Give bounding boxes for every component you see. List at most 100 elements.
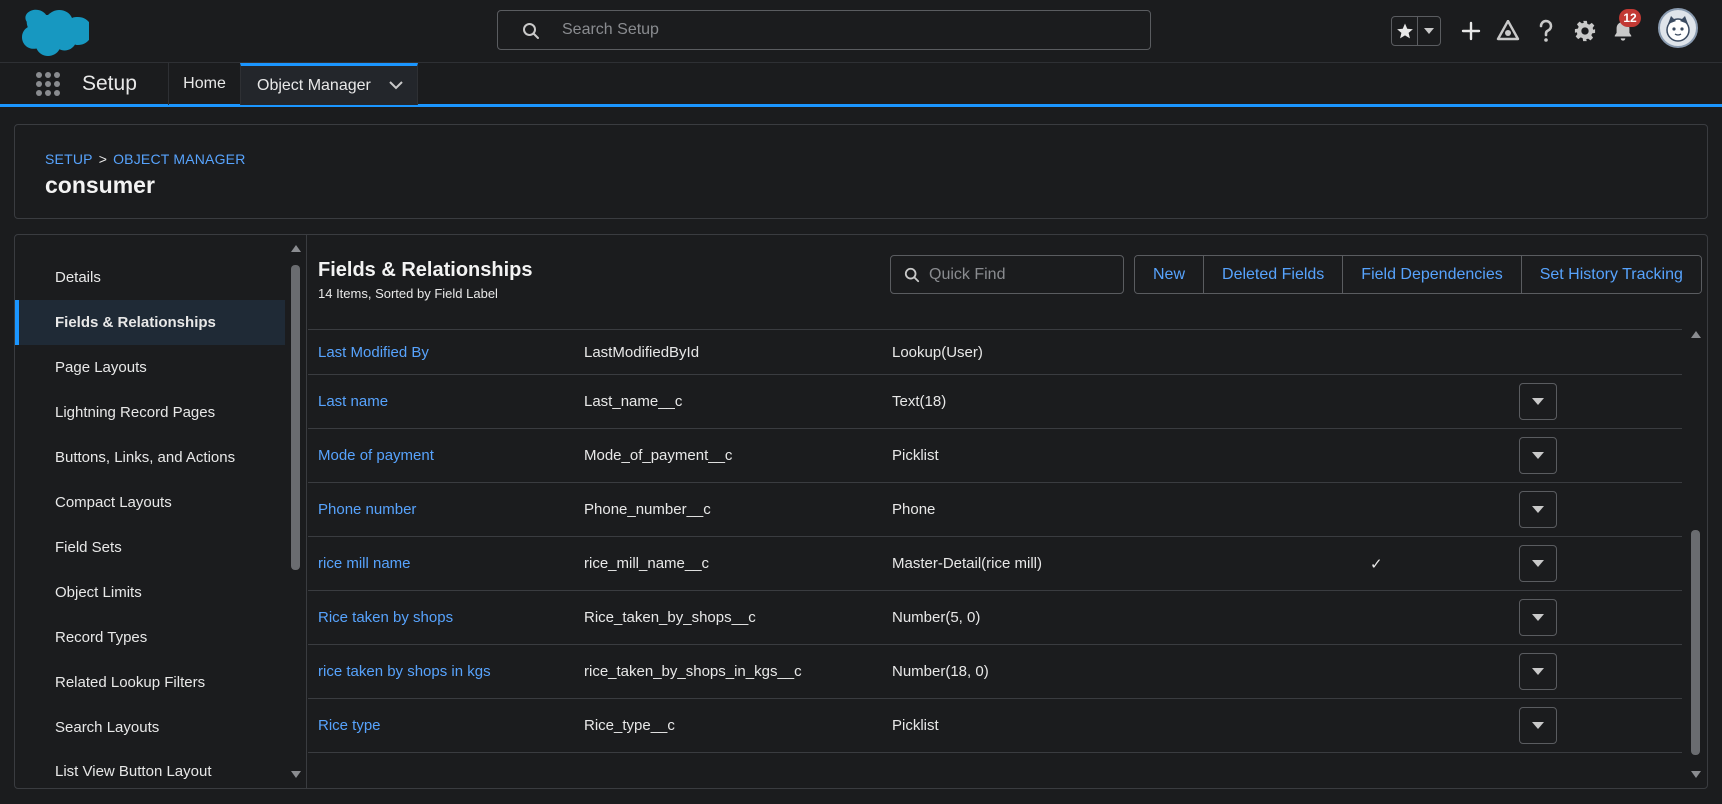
row-menu-button[interactable] (1519, 653, 1557, 690)
scroll-up-arrow[interactable] (1691, 331, 1701, 338)
field-api-name: rice_taken_by_shops_in_kgs__c (584, 663, 802, 680)
scroll-thumb[interactable] (1691, 530, 1700, 755)
sidebar-item-fields-relationships[interactable]: Fields & Relationships (15, 300, 285, 345)
field-data-type: Master-Detail(rice mill) (892, 555, 1043, 572)
sidebar-scrollbar[interactable] (287, 235, 305, 788)
table-row: Rice type Rice_type__c Picklist (308, 699, 1682, 753)
field-label-link[interactable]: Rice type (318, 699, 381, 752)
field-api-name: Rice_taken_by_shops__c (584, 609, 756, 626)
table-row: Last Modified By LastModifiedById Lookup… (308, 329, 1682, 375)
breadcrumb-setup[interactable]: SETUP (45, 151, 93, 167)
sidebar-item-label: Lightning Record Pages (55, 404, 216, 421)
star-icon[interactable] (1392, 17, 1417, 45)
gear-icon[interactable] (1570, 16, 1600, 46)
table-row: Rice taken by shops Rice_taken_by_shops_… (308, 591, 1682, 645)
row-actions (1519, 645, 1557, 698)
field-label-link[interactable]: Last name (318, 375, 388, 428)
row-menu-button[interactable] (1519, 383, 1557, 420)
new-button[interactable]: New (1135, 256, 1204, 293)
sidebar-item-label: Compact Layouts (55, 494, 172, 511)
app-name: Setup (82, 72, 137, 95)
global-search[interactable] (497, 10, 1151, 50)
row-actions (1519, 591, 1557, 644)
app-launcher-icon[interactable] (36, 72, 60, 96)
field-data-type: Number(18, 0) (892, 663, 989, 680)
field-label-link[interactable]: Rice taken by shops (318, 591, 453, 644)
quick-find-input[interactable] (929, 256, 1115, 293)
row-menu-button[interactable] (1519, 707, 1557, 744)
field-label-link[interactable]: rice taken by shops in kgs (318, 645, 491, 698)
tab-home[interactable]: Home (168, 63, 240, 105)
field-data-type: Phone (892, 501, 936, 518)
row-actions (1519, 429, 1557, 482)
field-data-type: Text(18) (892, 393, 947, 410)
row-actions (1519, 699, 1557, 752)
sidebar-item-label: Fields & Relationships (55, 314, 216, 331)
field-api-name: LastModifiedById (584, 343, 700, 361)
row-menu-button[interactable] (1519, 437, 1557, 474)
sidebar-item-related-lookup-filters[interactable]: Related Lookup Filters (15, 660, 285, 705)
row-actions (1519, 537, 1557, 590)
section-title: Fields & Relationships (318, 259, 533, 281)
sidebar-item-label: Buttons, Links, and Actions (55, 449, 236, 466)
scroll-thumb[interactable] (291, 265, 300, 570)
chevron-down-icon (1532, 560, 1544, 567)
avatar[interactable] (1658, 8, 1698, 48)
sidebar-item-field-sets[interactable]: Field Sets (15, 525, 285, 570)
sidebar-item-label: Related Lookup Filters (55, 674, 206, 691)
tab-object-manager-label: Object Manager (257, 76, 371, 94)
scroll-down-arrow[interactable] (1691, 771, 1701, 778)
field-label-link[interactable]: Mode of payment (318, 429, 434, 482)
set-history-tracking-button[interactable]: Set History Tracking (1520, 256, 1701, 293)
sidebar-item-list-view-button-layout[interactable]: List View Button Layout (15, 749, 285, 788)
field-data-type: Lookup(User) (892, 343, 983, 361)
help-icon[interactable] (1531, 16, 1561, 46)
sidebar-item-search-layouts[interactable]: Search Layouts (15, 705, 285, 750)
deleted-fields-button[interactable]: Deleted Fields (1203, 256, 1343, 293)
field-api-name: Mode_of_payment__c (584, 447, 733, 464)
row-menu-button[interactable] (1519, 491, 1557, 528)
quick-find[interactable] (890, 255, 1124, 294)
scroll-up-arrow[interactable] (291, 245, 301, 252)
notification-badge: 12 (1619, 9, 1641, 27)
chevron-down-icon[interactable] (1417, 17, 1440, 45)
search-input[interactable] (562, 11, 1132, 49)
plus-icon[interactable] (1456, 16, 1486, 46)
fields-content: Fields & Relationships 14 Items, Sorted … (308, 235, 1707, 788)
table-scrollbar[interactable] (1687, 235, 1705, 788)
sidebar-item-label: Search Layouts (55, 719, 160, 736)
field-label-link[interactable]: rice mill name (318, 537, 411, 590)
row-menu-button[interactable] (1519, 545, 1557, 582)
breadcrumb-object-manager[interactable]: OBJECT MANAGER (113, 151, 245, 167)
section-subtitle: 14 Items, Sorted by Field Label (318, 286, 498, 301)
salesforce-cloud-logo[interactable] (19, 6, 89, 56)
field-dependencies-button[interactable]: Field Dependencies (1342, 256, 1521, 293)
sidebar-item-compact-layouts[interactable]: Compact Layouts (15, 480, 285, 525)
table-row: Last name Last_name__c Text(18) (308, 375, 1682, 429)
table-row: rice mill name rice_mill_name__c Master-… (308, 537, 1682, 591)
tab-object-manager[interactable]: Object Manager (240, 63, 418, 105)
row-actions (1519, 375, 1557, 428)
field-api-name: Rice_type__c (584, 717, 675, 734)
object-sidebar: Details Fields & Relationships Page Layo… (15, 235, 307, 788)
trailhead-icon[interactable] (1493, 16, 1523, 46)
sidebar-item-buttons-links-actions[interactable]: Buttons, Links, and Actions (15, 435, 285, 480)
sidebar-item-page-layouts[interactable]: Page Layouts (15, 345, 285, 390)
scroll-down-arrow[interactable] (291, 771, 301, 778)
field-label-link[interactable]: Phone number (318, 483, 416, 536)
field-label-link[interactable]: Last Modified By (318, 330, 429, 374)
row-menu-button[interactable] (1519, 599, 1557, 636)
sidebar-item-lightning-record-pages[interactable]: Lightning Record Pages (15, 390, 285, 435)
chevron-down-icon[interactable] (389, 81, 403, 90)
sidebar-item-record-types[interactable]: Record Types (15, 615, 285, 660)
table-row: rice taken by shops in kgs rice_taken_by… (308, 645, 1682, 699)
chevron-down-icon (1532, 398, 1544, 405)
sidebar-item-details[interactable]: Details (15, 255, 285, 300)
sidebar-item-object-limits[interactable]: Object Limits (15, 570, 285, 615)
action-button-group: New Deleted Fields Field Dependencies Se… (1134, 255, 1702, 294)
breadcrumb: SETUP > OBJECT MANAGER (45, 151, 246, 167)
sidebar-item-label: Page Layouts (55, 359, 147, 376)
field-data-type: Picklist (892, 717, 939, 734)
chevron-down-icon (1532, 614, 1544, 621)
object-header: SETUP > OBJECT MANAGER consumer (14, 124, 1708, 219)
